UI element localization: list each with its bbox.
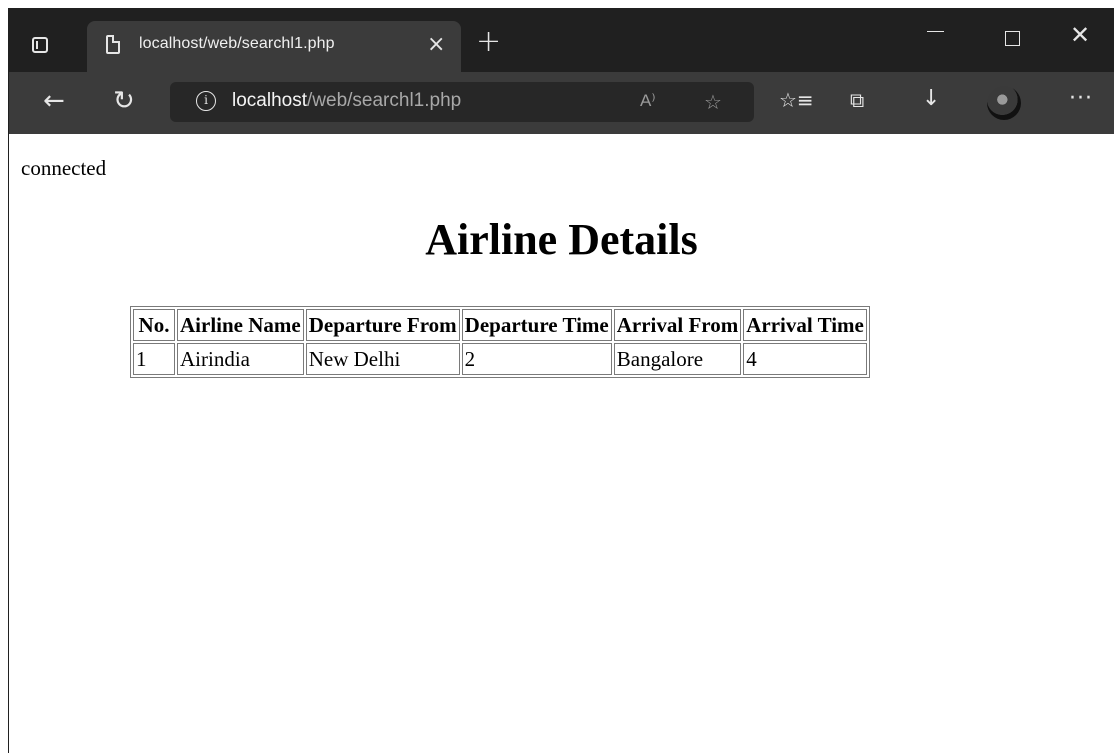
back-icon[interactable]: ← (43, 86, 65, 116)
maximize-icon[interactable] (1005, 31, 1020, 46)
more-icon[interactable]: ··· (1069, 86, 1093, 112)
browser-window: localhost/web/searchl1.php × + ✕ ← ↻ i l… (8, 8, 1114, 753)
header-departure-from: Departure From (305, 309, 460, 341)
url-text[interactable]: localhost/web/searchl1.php (232, 90, 461, 112)
add-favorite-icon[interactable]: ☆ (704, 90, 722, 114)
close-icon[interactable]: × (427, 32, 445, 58)
table-row: 1 Airindia New Delhi 2 Bangalore 4 (133, 343, 867, 375)
read-aloud-icon[interactable]: A⁾ (640, 91, 656, 111)
header-arrival-from: Arrival From (613, 309, 742, 341)
tab-strip: localhost/web/searchl1.php × + ✕ (9, 9, 1114, 72)
page-content: connected Airline Details No. Airline Na… (9, 134, 1114, 753)
tab-actions-icon[interactable] (23, 28, 57, 62)
cell-airline-name: Airindia (177, 343, 304, 375)
info-icon[interactable]: i (196, 91, 216, 111)
cell-arrival-time: 4 (743, 343, 867, 375)
collections-icon[interactable]: ⧉ (850, 88, 864, 112)
address-toolbar: ← ↻ i localhost/web/searchl1.php A⁾ ☆ ☆≡… (9, 72, 1114, 134)
page-title: Airline Details (425, 215, 698, 264)
table-header-row: No. Airline Name Departure From Departur… (133, 309, 867, 341)
url-host: localhost (232, 90, 307, 111)
connection-status: connected (21, 156, 107, 180)
address-bar[interactable]: i localhost/web/searchl1.php A⁾ ☆ (170, 82, 754, 122)
page-icon (106, 35, 120, 54)
header-no: No. (133, 309, 175, 341)
header-arrival-time: Arrival Time (743, 309, 867, 341)
airline-table: No. Airline Name Departure From Departur… (130, 306, 870, 378)
minimize-icon[interactable] (927, 31, 944, 32)
profile-avatar[interactable] (987, 86, 1021, 120)
header-airline-name: Airline Name (177, 309, 304, 341)
cell-departure-time: 2 (461, 343, 612, 375)
download-icon[interactable]: ↓ (922, 86, 940, 112)
cell-arrival-from: Bangalore (613, 343, 742, 375)
plus-icon[interactable]: + (476, 27, 501, 57)
tab-active[interactable]: localhost/web/searchl1.php × (87, 21, 461, 72)
cell-no: 1 (133, 343, 175, 375)
reload-icon[interactable]: ↻ (113, 86, 135, 116)
url-path: /web/searchl1.php (307, 90, 462, 111)
cell-departure-from: New Delhi (305, 343, 460, 375)
close-window-icon[interactable]: ✕ (1070, 23, 1090, 47)
tab-title: localhost/web/searchl1.php (139, 35, 335, 52)
favorites-icon[interactable]: ☆≡ (779, 88, 814, 112)
header-departure-time: Departure Time (461, 309, 612, 341)
